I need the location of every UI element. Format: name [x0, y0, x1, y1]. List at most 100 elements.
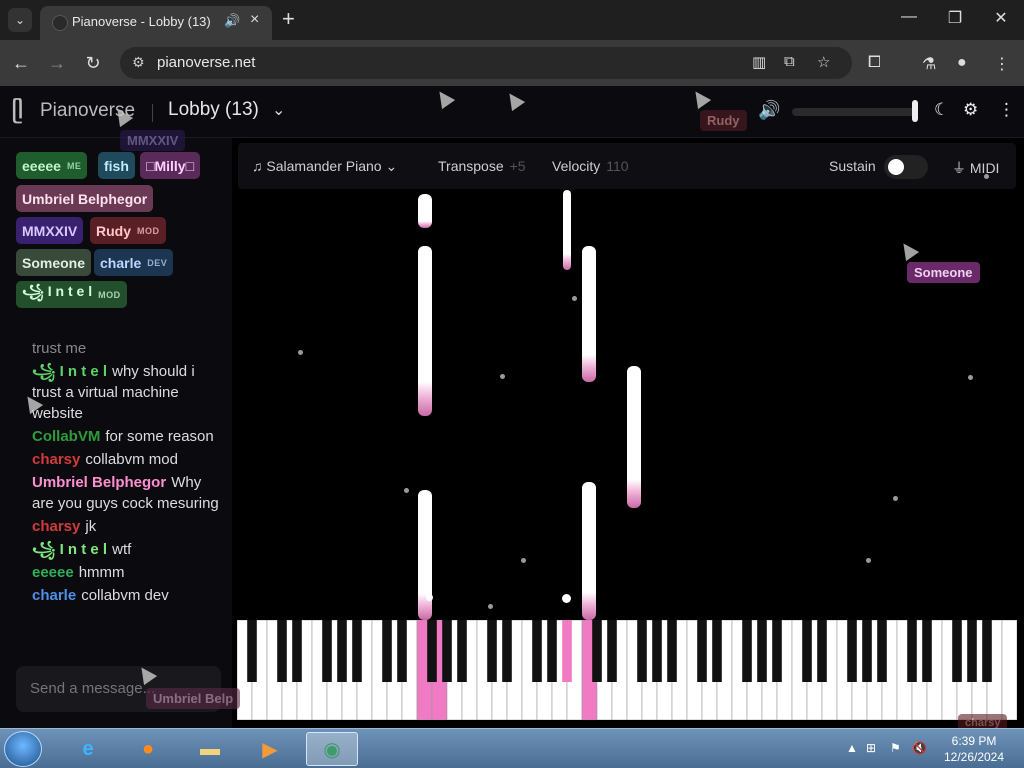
black-key[interactable]	[637, 620, 647, 682]
new-tab-button[interactable]: +	[282, 6, 295, 32]
black-key[interactable]	[772, 620, 782, 682]
bookmark-star-icon[interactable]: ☆	[817, 53, 830, 71]
user-chip[interactable]: fish	[98, 152, 135, 179]
black-key[interactable]	[667, 620, 677, 682]
black-key[interactable]	[382, 620, 392, 682]
black-key[interactable]	[292, 620, 302, 682]
black-key[interactable]	[742, 620, 752, 682]
user-chip[interactable]: MMXXIV	[16, 217, 84, 244]
room-name[interactable]: Lobby (13)	[168, 99, 259, 121]
black-key[interactable]	[967, 620, 977, 682]
dark-mode-moon-icon[interactable]: ☾	[934, 100, 949, 120]
user-chip[interactable]: Rudy MOD	[90, 217, 166, 244]
profile-avatar-icon[interactable]: ●	[957, 54, 967, 72]
black-key[interactable]	[457, 620, 467, 682]
black-key[interactable]	[337, 620, 347, 682]
black-key[interactable]	[877, 620, 887, 682]
black-key[interactable]	[397, 620, 407, 682]
tab-search-button[interactable]: ⌄	[8, 8, 32, 32]
black-key[interactable]	[562, 620, 572, 682]
black-key[interactable]	[817, 620, 827, 682]
black-key[interactable]	[697, 620, 707, 682]
forward-button[interactable]: →	[44, 50, 70, 76]
black-key[interactable]	[847, 620, 857, 682]
volume-muted-icon[interactable]: 🔇	[912, 741, 927, 755]
transpose-control[interactable]: Transpose +5	[438, 158, 526, 174]
black-key[interactable]	[607, 620, 617, 682]
chat-author[interactable]: Umbriel Belphegor	[32, 474, 166, 491]
volume-slider-thumb[interactable]	[912, 100, 918, 122]
black-key[interactable]	[532, 620, 542, 682]
user-chip[interactable]: eeeee ME	[16, 152, 88, 179]
media-player-icon[interactable]: ▶	[244, 732, 296, 766]
omnibox[interactable]: ⚙ pianoverse.net ▥ ⧉ ☆	[120, 47, 852, 79]
chat-author[interactable]: charsy	[32, 518, 80, 535]
black-key[interactable]	[592, 620, 602, 682]
labs-flask-icon[interactable]: ⚗	[922, 54, 936, 74]
more-menu-icon[interactable]: ⋮	[998, 100, 1015, 120]
settings-gear-icon[interactable]: ⚙	[963, 100, 978, 120]
chat-author[interactable]: charsy	[32, 451, 80, 468]
chat-author[interactable]: ꧁ I n t e l	[32, 363, 107, 380]
minimize-button[interactable]: —	[894, 8, 924, 26]
black-key[interactable]	[652, 620, 662, 682]
site-info-icon[interactable]: ⚙	[132, 54, 145, 71]
black-key[interactable]	[352, 620, 362, 682]
black-key[interactable]	[442, 620, 452, 682]
white-key[interactable]	[1001, 619, 1018, 721]
url-text[interactable]: pianoverse.net	[157, 54, 255, 71]
black-key[interactable]	[952, 620, 962, 682]
extensions-icon[interactable]: ⧠	[868, 54, 881, 72]
chat-author[interactable]: CollabVM	[32, 428, 100, 445]
chrome-taskbar-icon[interactable]: ◉	[306, 732, 358, 766]
user-chip[interactable]: Someone	[16, 249, 92, 276]
chat-author[interactable]: charle	[32, 587, 76, 604]
black-key[interactable]	[802, 620, 812, 682]
black-key[interactable]	[322, 620, 332, 682]
action-center-flag-icon[interactable]: ⚑	[890, 741, 901, 755]
black-key[interactable]	[502, 620, 512, 682]
volume-slider[interactable]	[792, 108, 916, 116]
black-key[interactable]	[982, 620, 992, 682]
show-hidden-icons[interactable]: ▲	[846, 741, 858, 755]
browser-menu-icon[interactable]: ⋮	[994, 54, 1010, 74]
file-explorer-icon[interactable]: ▬	[184, 732, 236, 766]
black-key[interactable]	[547, 620, 557, 682]
instrument-select[interactable]: ♫ Salamander Piano ⌄	[252, 158, 397, 175]
network-icon[interactable]: ⊞	[866, 741, 876, 755]
black-key[interactable]	[712, 620, 722, 682]
install-app-icon[interactable]: ⧉	[784, 53, 795, 70]
black-key[interactable]	[922, 620, 932, 682]
piano-keys[interactable]	[236, 619, 1018, 721]
chat-author[interactable]: ꧁ I n t e l	[32, 541, 107, 558]
user-chip[interactable]: charle DEV	[94, 249, 174, 276]
black-key[interactable]	[862, 620, 872, 682]
user-chip[interactable]: □Milly□	[140, 152, 201, 179]
velocity-control[interactable]: Velocity 110	[552, 158, 629, 174]
system-clock[interactable]: 6:39 PM 12/26/2024	[938, 733, 1010, 765]
audio-playing-icon[interactable]: 🔊	[224, 13, 240, 29]
back-button[interactable]: ←	[8, 50, 34, 76]
firefox-icon[interactable]: ●	[122, 732, 174, 766]
chevron-down-icon[interactable]: ⌄	[272, 100, 285, 120]
black-key[interactable]	[757, 620, 767, 682]
internet-explorer-icon[interactable]: e	[62, 732, 114, 766]
black-key[interactable]	[247, 620, 257, 682]
reading-mode-icon[interactable]: ▥	[752, 53, 766, 71]
user-chip[interactable]: ꧁ I n t e l MOD	[16, 281, 127, 308]
volume-icon[interactable]: 🔊	[758, 100, 780, 121]
chat-author[interactable]: eeeee	[32, 564, 74, 581]
browser-tab[interactable]: Pianoverse - Lobby (13) 🔊 ×	[40, 6, 272, 40]
black-key[interactable]	[907, 620, 917, 682]
piano-keyboard[interactable]	[236, 619, 1018, 721]
tab-close-icon[interactable]: ×	[250, 11, 259, 29]
start-button[interactable]	[4, 731, 42, 767]
sustain-toggle[interactable]	[884, 155, 928, 179]
black-key[interactable]	[427, 620, 437, 682]
black-key[interactable]	[487, 620, 497, 682]
restore-button[interactable]: ❐	[940, 8, 970, 28]
window-close-button[interactable]: ✕	[986, 8, 1016, 28]
black-key[interactable]	[277, 620, 287, 682]
user-chip[interactable]: Umbriel Belphegor	[16, 185, 154, 212]
reload-button[interactable]: ↻	[80, 50, 106, 76]
